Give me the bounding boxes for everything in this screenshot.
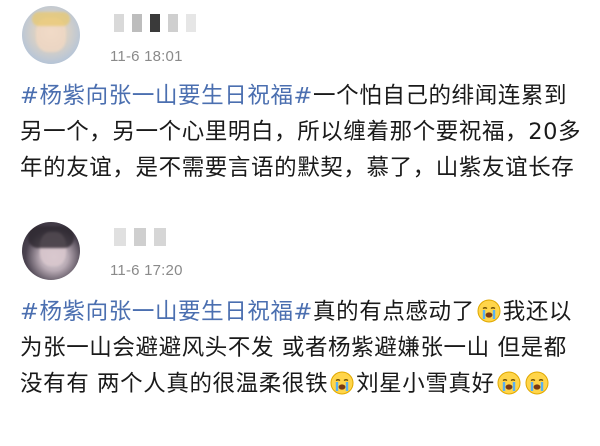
comment-item: 11-6 17:20 #杨紫向张一山要生日祝福#真的有点感动了 我还以为张一山会避…: [0, 222, 600, 446]
comment-body: 刘星小雪真好: [356, 371, 495, 397]
timestamp: 11-6 18:01: [110, 48, 183, 65]
comment-item: 11-6 18:01 #杨紫向张一山要生日祝福#一个怕自己的绯闻连累到另一个，另…: [0, 0, 600, 222]
comment-text: #杨紫向张一山要生日祝福#一个怕自己的绯闻连累到另一个，另一个心里明白，所以缠着…: [20, 78, 586, 186]
comment-body: 真的有点感动了: [313, 299, 475, 325]
crying-face-icon: [330, 371, 354, 395]
hashtag-link[interactable]: #杨紫向张一山要生日祝福#: [20, 299, 313, 325]
avatar[interactable]: [22, 6, 80, 64]
hashtag-link[interactable]: #杨紫向张一山要生日祝福#: [20, 83, 313, 109]
username-redacted: [114, 228, 169, 246]
crying-face-icon: [525, 371, 549, 395]
crying-face-icon: [497, 371, 521, 395]
comment-text: #杨紫向张一山要生日祝福#真的有点感动了 我还以为张一山会避避风头不发 或者杨紫避…: [20, 294, 586, 402]
timestamp: 11-6 17:20: [110, 262, 183, 279]
avatar[interactable]: [22, 222, 80, 280]
crying-face-icon: [477, 299, 501, 323]
username-redacted: [114, 14, 199, 32]
